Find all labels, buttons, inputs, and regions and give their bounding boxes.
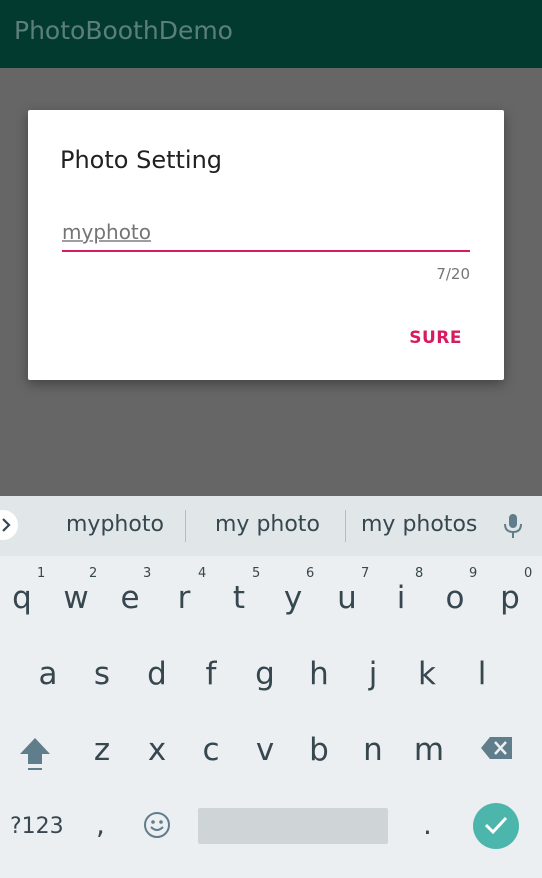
photo-setting-dialog: Photo Setting myphoto 7/20 SURE	[28, 110, 504, 380]
key-h[interactable]: h	[299, 656, 339, 692]
checkmark-icon	[484, 816, 508, 835]
character-counter: 7/20	[436, 265, 470, 283]
key-hint: 6	[306, 566, 315, 581]
key-u[interactable]: u	[327, 580, 367, 616]
key-hint: 7	[361, 566, 370, 581]
key-hint: 9	[469, 566, 478, 581]
key-hint: 2	[89, 566, 98, 581]
key-hint: 5	[252, 566, 261, 581]
comma-key[interactable]: ,	[96, 808, 105, 841]
suggestion-2[interactable]: my photo	[215, 512, 320, 537]
key-hint: 0	[524, 566, 533, 581]
key-f[interactable]: f	[191, 656, 231, 692]
app-title: PhotoBoothDemo	[14, 16, 233, 45]
key-k[interactable]: k	[407, 656, 447, 692]
key-v[interactable]: v	[245, 732, 285, 768]
enter-button[interactable]	[473, 803, 519, 849]
suggestion-divider	[345, 510, 346, 542]
key-b[interactable]: b	[299, 732, 339, 768]
key-z[interactable]: z	[82, 732, 122, 768]
key-hint: 8	[415, 566, 424, 581]
key-hint: 3	[143, 566, 152, 581]
symbols-key[interactable]: ?123	[10, 814, 64, 839]
suggestion-1[interactable]: myphoto	[66, 512, 164, 537]
suggestion-divider	[185, 510, 186, 542]
photo-name-input[interactable]: myphoto	[62, 220, 151, 244]
input-underline	[62, 250, 470, 252]
suggestion-bar: myphoto my photo my photos	[0, 496, 542, 556]
microphone-icon[interactable]	[502, 512, 524, 540]
key-hint: 4	[198, 566, 207, 581]
key-q[interactable]: q	[2, 580, 42, 616]
key-g[interactable]: g	[245, 656, 285, 692]
key-i[interactable]: i	[381, 580, 421, 616]
dialog-title: Photo Setting	[60, 146, 223, 174]
shift-icon[interactable]	[18, 736, 52, 772]
soft-keyboard: myphoto my photo my photos q w e r t y u…	[0, 496, 542, 878]
backspace-icon[interactable]	[480, 736, 514, 760]
key-r[interactable]: r	[164, 580, 204, 616]
sure-button[interactable]: SURE	[409, 328, 462, 348]
space-key[interactable]	[198, 808, 388, 844]
key-p[interactable]: p	[490, 580, 530, 616]
chevron-right-icon[interactable]	[0, 510, 18, 540]
key-hint: 1	[37, 566, 46, 581]
key-a[interactable]: a	[28, 656, 68, 692]
key-w[interactable]: w	[56, 580, 96, 616]
key-m[interactable]: m	[409, 732, 449, 768]
suggestion-3[interactable]: my photos	[361, 512, 477, 537]
app-bar: PhotoBoothDemo	[0, 0, 542, 68]
key-d[interactable]: d	[137, 656, 177, 692]
key-e[interactable]: e	[110, 580, 150, 616]
key-o[interactable]: o	[435, 580, 475, 616]
key-n[interactable]: n	[353, 732, 393, 768]
key-l[interactable]: l	[462, 656, 502, 692]
emoji-icon[interactable]	[143, 811, 171, 839]
key-x[interactable]: x	[137, 732, 177, 768]
key-s[interactable]: s	[82, 656, 122, 692]
photo-name-field[interactable]: myphoto	[62, 218, 470, 252]
key-j[interactable]: j	[353, 656, 393, 692]
period-key[interactable]: .	[423, 808, 432, 841]
key-y[interactable]: y	[273, 580, 313, 616]
key-t[interactable]: t	[219, 580, 259, 616]
key-c[interactable]: c	[191, 732, 231, 768]
